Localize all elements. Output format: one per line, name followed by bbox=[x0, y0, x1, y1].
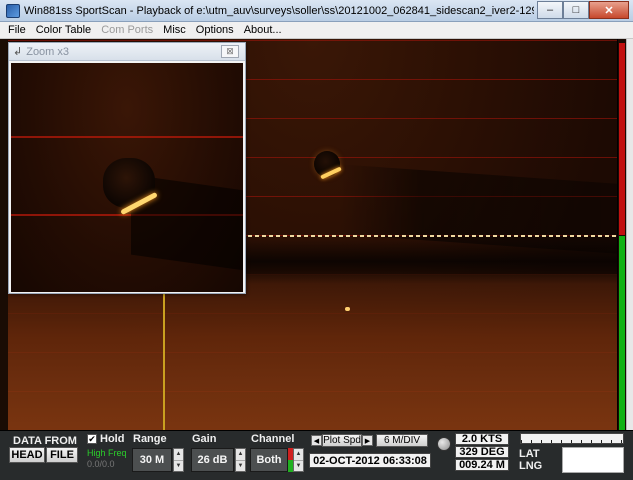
close-button[interactable]: ✕ bbox=[589, 1, 629, 19]
zoom-titlebar[interactable]: ↲ Zoom x3 bbox=[9, 43, 245, 61]
gain-spinner[interactable]: ▲ ▼ bbox=[235, 448, 246, 472]
menu-com-ports: Com Ports bbox=[101, 24, 154, 36]
head-button[interactable]: HEAD bbox=[9, 447, 45, 463]
event-marker-line bbox=[163, 294, 165, 430]
status-readout: 0.0/0.0 bbox=[87, 459, 115, 469]
window-controls: – □ ✕ bbox=[537, 1, 629, 19]
lat-label: LAT bbox=[519, 448, 540, 460]
depth-indicator-bar bbox=[617, 39, 626, 430]
gain-down-icon[interactable]: ▼ bbox=[236, 461, 245, 472]
plot-speed-right-icon[interactable]: ▶ bbox=[362, 435, 373, 446]
menu-misc[interactable]: Misc bbox=[163, 24, 186, 36]
gain-value[interactable]: 26 dB bbox=[191, 448, 234, 472]
plot-speed-left-icon[interactable]: ◀ bbox=[311, 435, 322, 446]
gain-label: Gain bbox=[192, 433, 217, 445]
channel-spinner[interactable]: ▲ ▼ bbox=[293, 448, 304, 472]
app-icon bbox=[6, 3, 20, 18]
gain-up-icon[interactable]: ▲ bbox=[236, 449, 245, 461]
zoom-title: Zoom x3 bbox=[26, 45, 70, 58]
window-title: Win881ss SportScan - Playback of e:\utm_… bbox=[24, 4, 534, 17]
high-freq-label: High Freq bbox=[87, 448, 127, 458]
right-edge-strip bbox=[626, 39, 633, 430]
channel-value[interactable]: Both bbox=[250, 448, 288, 472]
minimize-button[interactable]: – bbox=[537, 1, 563, 19]
sonar-small-target bbox=[345, 307, 350, 311]
settings-knob-icon[interactable] bbox=[437, 437, 451, 451]
menu-options[interactable]: Options bbox=[196, 24, 234, 36]
range-spinner[interactable]: ▲ ▼ bbox=[173, 448, 184, 472]
heading-readout: 329 DEG bbox=[455, 446, 509, 458]
file-button[interactable]: FILE bbox=[46, 447, 78, 463]
div-scale-button[interactable]: 6 M/DIV bbox=[376, 434, 428, 447]
scale-ruler bbox=[520, 433, 624, 444]
lng-label: LNG bbox=[519, 460, 543, 472]
zoom-window[interactable]: ↲ Zoom x3 ⊠ bbox=[8, 42, 246, 294]
nadir-marker-line bbox=[248, 235, 617, 237]
depth-readout: 009.24 M bbox=[455, 459, 509, 471]
channel-down-icon[interactable]: ▼ bbox=[294, 461, 303, 472]
range-value[interactable]: 30 M bbox=[132, 448, 172, 472]
range-up-icon[interactable]: ▲ bbox=[174, 449, 183, 461]
maximize-button[interactable]: □ bbox=[563, 1, 589, 19]
depth-bar-upper bbox=[619, 43, 625, 235]
lat-lng-readout bbox=[562, 447, 624, 473]
zoom-view bbox=[11, 63, 243, 292]
range-label: Range bbox=[133, 433, 167, 445]
speed-readout: 2.0 KTS bbox=[455, 433, 509, 445]
menu-about[interactable]: About... bbox=[244, 24, 282, 36]
hold-checkbox[interactable]: ✔ bbox=[87, 434, 97, 444]
seafloor-return bbox=[8, 274, 617, 430]
menu-color-table[interactable]: Color Table bbox=[36, 24, 91, 36]
zoom-window-icon: ↲ bbox=[13, 46, 23, 58]
range-down-icon[interactable]: ▼ bbox=[174, 461, 183, 472]
zoom-close-button[interactable]: ⊠ bbox=[221, 45, 239, 58]
menu-bar: File Color Table Com Ports Misc Options … bbox=[0, 22, 633, 39]
menu-file[interactable]: File bbox=[8, 24, 26, 36]
data-from-label: DATA FROM bbox=[13, 435, 77, 447]
channel-up-icon[interactable]: ▲ bbox=[294, 449, 303, 461]
hold-label: Hold bbox=[100, 433, 125, 445]
window-titlebar: Win881ss SportScan - Playback of e:\utm_… bbox=[0, 0, 633, 22]
depth-bar-lower bbox=[619, 236, 625, 430]
plot-speed-button[interactable]: Plot Spd bbox=[322, 434, 362, 447]
channel-label: Channel bbox=[251, 433, 295, 445]
datetime-readout: 02-OCT-2012 06:33:08 bbox=[309, 453, 431, 468]
